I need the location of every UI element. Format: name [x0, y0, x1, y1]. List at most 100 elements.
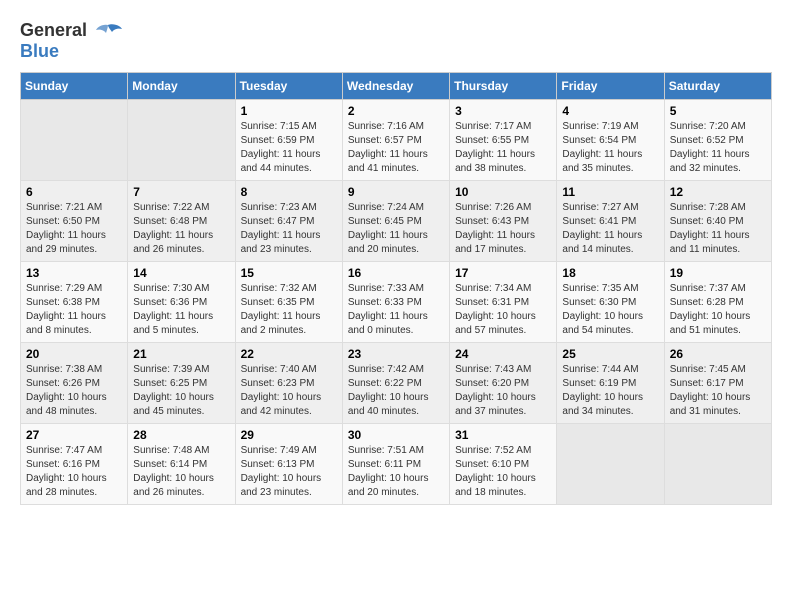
calendar-cell: 15 Sunrise: 7:32 AM Sunset: 6:35 PM Dayli… [235, 262, 342, 343]
day-number: 28 [133, 428, 229, 442]
calendar-cell: 3 Sunrise: 7:17 AM Sunset: 6:55 PM Daylig… [450, 100, 557, 181]
calendar-cell: 26 Sunrise: 7:45 AM Sunset: 6:17 PM Dayli… [664, 343, 771, 424]
day-number: 2 [348, 104, 444, 118]
day-info: Sunrise: 7:22 AM Sunset: 6:48 PM Dayligh… [133, 201, 229, 257]
day-info: Sunrise: 7:43 AM Sunset: 6:20 PM Dayligh… [455, 363, 551, 419]
day-number: 23 [348, 347, 444, 361]
day-info: Sunrise: 7:26 AM Sunset: 6:43 PM Dayligh… [455, 201, 551, 257]
calendar-cell: 8 Sunrise: 7:23 AM Sunset: 6:47 PM Daylig… [235, 181, 342, 262]
day-of-week-header: Friday [557, 73, 664, 100]
day-number: 9 [348, 185, 444, 199]
calendar-cell: 24Sunrise: 7:43 AM Sunset: 6:20 PM Dayli… [450, 343, 557, 424]
calendar-cell: 7 Sunrise: 7:22 AM Sunset: 6:48 PM Daylig… [128, 181, 235, 262]
day-number: 4 [562, 104, 658, 118]
day-info: Sunrise: 7:33 AM Sunset: 6:33 PM Dayligh… [348, 282, 444, 338]
day-number: 1 [241, 104, 337, 118]
calendar-cell [557, 424, 664, 505]
calendar-cell: 20 Sunrise: 7:38 AM Sunset: 6:26 PM Dayli… [21, 343, 128, 424]
day-info: Sunrise: 7:44 AM Sunset: 6:19 PM Dayligh… [562, 363, 658, 419]
day-info: Sunrise: 7:38 AM Sunset: 6:26 PM Dayligh… [26, 363, 122, 419]
day-number: 25 [562, 347, 658, 361]
calendar-body: 1 Sunrise: 7:15 AM Sunset: 6:59 PM Daylig… [21, 100, 772, 505]
day-number: 6 [26, 185, 122, 199]
day-info: Sunrise: 7:21 AM Sunset: 6:50 PM Dayligh… [26, 201, 122, 257]
day-number: 13 [26, 266, 122, 280]
calendar-cell: 25 Sunrise: 7:44 AM Sunset: 6:19 PM Dayli… [557, 343, 664, 424]
calendar-cell: 4 Sunrise: 7:19 AM Sunset: 6:54 PM Daylig… [557, 100, 664, 181]
day-number: 21 [133, 347, 229, 361]
calendar-week-row: 20 Sunrise: 7:38 AM Sunset: 6:26 PM Dayli… [21, 343, 772, 424]
day-info: Sunrise: 7:42 AM Sunset: 6:22 PM Dayligh… [348, 363, 444, 419]
calendar-cell [128, 100, 235, 181]
day-info: Sunrise: 7:32 AM Sunset: 6:35 PM Dayligh… [241, 282, 337, 338]
calendar-cell: 10 Sunrise: 7:26 AM Sunset: 6:43 PM Dayli… [450, 181, 557, 262]
day-of-week-header: Wednesday [342, 73, 449, 100]
calendar-week-row: 6 Sunrise: 7:21 AM Sunset: 6:50 PM Daylig… [21, 181, 772, 262]
calendar-cell: 16Sunrise: 7:33 AM Sunset: 6:33 PM Dayli… [342, 262, 449, 343]
day-number: 26 [670, 347, 766, 361]
calendar-cell: 21Sunrise: 7:39 AM Sunset: 6:25 PM Dayli… [128, 343, 235, 424]
day-of-week-header: Thursday [450, 73, 557, 100]
calendar-cell: 6 Sunrise: 7:21 AM Sunset: 6:50 PM Daylig… [21, 181, 128, 262]
calendar-cell: 17 Sunrise: 7:34 AM Sunset: 6:31 PM Dayli… [450, 262, 557, 343]
calendar-cell: 27 Sunrise: 7:47 AM Sunset: 6:16 PM Dayli… [21, 424, 128, 505]
calendar-cell: 31 Sunrise: 7:52 AM Sunset: 6:10 PM Dayli… [450, 424, 557, 505]
day-number: 20 [26, 347, 122, 361]
calendar-cell: 18Sunrise: 7:35 AM Sunset: 6:30 PM Dayli… [557, 262, 664, 343]
calendar-cell: 30Sunrise: 7:51 AM Sunset: 6:11 PM Dayli… [342, 424, 449, 505]
day-info: Sunrise: 7:15 AM Sunset: 6:59 PM Dayligh… [241, 120, 337, 176]
day-of-week-header: Tuesday [235, 73, 342, 100]
calendar-cell: 28Sunrise: 7:48 AM Sunset: 6:14 PM Dayli… [128, 424, 235, 505]
day-number: 7 [133, 185, 229, 199]
calendar-cell [21, 100, 128, 181]
day-info: Sunrise: 7:29 AM Sunset: 6:38 PM Dayligh… [26, 282, 122, 338]
day-number: 3 [455, 104, 551, 118]
day-number: 18 [562, 266, 658, 280]
calendar-week-row: 1 Sunrise: 7:15 AM Sunset: 6:59 PM Daylig… [21, 100, 772, 181]
calendar-cell: 9 Sunrise: 7:24 AM Sunset: 6:45 PM Daylig… [342, 181, 449, 262]
header-row: SundayMondayTuesdayWednesdayThursdayFrid… [21, 73, 772, 100]
day-number: 15 [241, 266, 337, 280]
calendar-week-row: 13 Sunrise: 7:29 AM Sunset: 6:38 PM Dayli… [21, 262, 772, 343]
day-info: Sunrise: 7:51 AM Sunset: 6:11 PM Dayligh… [348, 444, 444, 500]
calendar-cell: 11 Sunrise: 7:27 AM Sunset: 6:41 PM Dayli… [557, 181, 664, 262]
page-header: General Blue [20, 20, 772, 62]
day-of-week-header: Saturday [664, 73, 771, 100]
day-number: 31 [455, 428, 551, 442]
calendar-cell: 12 Sunrise: 7:28 AM Sunset: 6:40 PM Dayli… [664, 181, 771, 262]
day-number: 27 [26, 428, 122, 442]
day-number: 29 [241, 428, 337, 442]
day-info: Sunrise: 7:20 AM Sunset: 6:52 PM Dayligh… [670, 120, 766, 176]
day-of-week-header: Sunday [21, 73, 128, 100]
day-info: Sunrise: 7:30 AM Sunset: 6:36 PM Dayligh… [133, 282, 229, 338]
day-info: Sunrise: 7:52 AM Sunset: 6:10 PM Dayligh… [455, 444, 551, 500]
day-info: Sunrise: 7:24 AM Sunset: 6:45 PM Dayligh… [348, 201, 444, 257]
calendar-header: SundayMondayTuesdayWednesdayThursdayFrid… [21, 73, 772, 100]
day-info: Sunrise: 7:34 AM Sunset: 6:31 PM Dayligh… [455, 282, 551, 338]
day-info: Sunrise: 7:49 AM Sunset: 6:13 PM Dayligh… [241, 444, 337, 500]
day-info: Sunrise: 7:27 AM Sunset: 6:41 PM Dayligh… [562, 201, 658, 257]
day-info: Sunrise: 7:23 AM Sunset: 6:47 PM Dayligh… [241, 201, 337, 257]
logo-bird-icon [94, 23, 122, 41]
calendar-cell: 1 Sunrise: 7:15 AM Sunset: 6:59 PM Daylig… [235, 100, 342, 181]
day-info: Sunrise: 7:47 AM Sunset: 6:16 PM Dayligh… [26, 444, 122, 500]
day-number: 8 [241, 185, 337, 199]
day-info: Sunrise: 7:45 AM Sunset: 6:17 PM Dayligh… [670, 363, 766, 419]
calendar-cell: 14Sunrise: 7:30 AM Sunset: 6:36 PM Dayli… [128, 262, 235, 343]
day-info: Sunrise: 7:19 AM Sunset: 6:54 PM Dayligh… [562, 120, 658, 176]
calendar-table: SundayMondayTuesdayWednesdayThursdayFrid… [20, 72, 772, 505]
day-info: Sunrise: 7:28 AM Sunset: 6:40 PM Dayligh… [670, 201, 766, 257]
logo-blue: Blue [20, 41, 59, 61]
calendar-cell: 23 Sunrise: 7:42 AM Sunset: 6:22 PM Dayli… [342, 343, 449, 424]
logo: General Blue [20, 20, 122, 62]
day-number: 12 [670, 185, 766, 199]
calendar-cell: 22Sunrise: 7:40 AM Sunset: 6:23 PM Dayli… [235, 343, 342, 424]
day-info: Sunrise: 7:37 AM Sunset: 6:28 PM Dayligh… [670, 282, 766, 338]
logo-general: General [20, 20, 87, 40]
day-info: Sunrise: 7:17 AM Sunset: 6:55 PM Dayligh… [455, 120, 551, 176]
calendar-cell: 5 Sunrise: 7:20 AM Sunset: 6:52 PM Daylig… [664, 100, 771, 181]
day-number: 5 [670, 104, 766, 118]
day-number: 17 [455, 266, 551, 280]
day-number: 10 [455, 185, 551, 199]
day-number: 11 [562, 185, 658, 199]
